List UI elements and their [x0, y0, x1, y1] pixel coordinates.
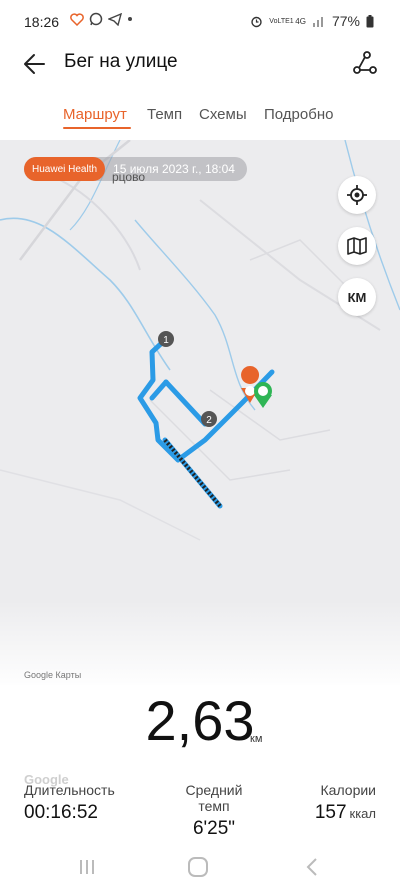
back-button[interactable]: [20, 48, 52, 80]
route-share-button[interactable]: [350, 48, 380, 78]
alarm-icon: [251, 16, 262, 27]
stat-calories-value-wrap: 157 ккал: [300, 802, 376, 824]
stat-duration-value: 00:16:52: [24, 802, 98, 823]
status-bar: 18:26 VoLTE1 4G 77%: [0, 0, 400, 44]
telegram-icon: [108, 12, 122, 26]
location-target-icon: [347, 185, 367, 205]
tab-bar: Маршрут Темп Схемы Подробно: [0, 96, 400, 140]
heart-rate-icon: [70, 12, 84, 26]
stats-row: Длительность 00:16:52 Средний темп 6'25"…: [0, 782, 400, 839]
map-icon: [347, 237, 367, 255]
home-icon: [188, 857, 208, 877]
stat-calories-unit: ккал: [349, 806, 376, 821]
home-button[interactable]: [183, 852, 213, 882]
my-location-button[interactable]: [338, 176, 376, 214]
distance-summary: 2,63 км: [0, 688, 400, 753]
battery-percent: 77%: [331, 13, 360, 29]
stat-calories-value: 157: [314, 802, 347, 823]
app-header: Бег на улице: [0, 44, 400, 96]
start-marker-icon: [254, 382, 272, 408]
recents-icon: [80, 860, 94, 874]
battery-icon: [366, 14, 374, 27]
tab-route[interactable]: Маршрут: [63, 106, 127, 123]
km-marker-2: 2: [201, 411, 217, 427]
stat-pace: Средний темп 6'25": [168, 782, 260, 840]
status-time: 18:26: [24, 14, 60, 30]
stat-calories-label: Калории: [320, 782, 376, 798]
stat-duration-label: Длительность: [24, 782, 115, 798]
stat-duration: Длительность 00:16:52: [24, 782, 115, 824]
stat-calories: Калории 157 ккал: [300, 782, 376, 824]
dot-icon: [128, 17, 132, 21]
map-type-button[interactable]: [338, 227, 376, 265]
map-place-label: рцово: [112, 170, 145, 184]
system-nav-bar: [0, 846, 400, 889]
network-label: VoLTE1: [269, 17, 294, 25]
back-nav-button[interactable]: [297, 852, 327, 882]
distance-value: 2,63: [145, 689, 255, 752]
km-marker-2-label: 2: [206, 415, 212, 426]
whatsapp-icon: [89, 12, 103, 26]
recents-button[interactable]: [72, 852, 102, 882]
map-attribution: Google Карты: [24, 670, 82, 680]
tab-pace[interactable]: Темп: [147, 106, 182, 123]
km-marker-1: 1: [158, 331, 174, 347]
page-title: Бег на улице: [64, 51, 178, 72]
huawei-health-badge: Huawei Health: [24, 157, 106, 181]
km-marker-1-label: 1: [163, 335, 169, 346]
network-type: 4G: [295, 16, 306, 26]
stat-pace-value: 6'25": [192, 818, 236, 839]
tab-charts[interactable]: Схемы: [199, 106, 247, 123]
status-right: VoLTE1 4G 77%: [250, 13, 374, 29]
back-chevron-icon: [306, 858, 317, 876]
distance-unit: км: [250, 733, 263, 745]
stat-pace-label: Средний темп: [185, 782, 243, 814]
tab-details[interactable]: Подробно: [264, 106, 333, 123]
unit-toggle-button[interactable]: КМ: [338, 278, 376, 316]
tab-active-indicator: [63, 127, 131, 129]
notification-icons: [70, 12, 133, 26]
route-share-icon: [353, 51, 377, 74]
signal-icon: [312, 17, 323, 27]
arrow-left-icon: [24, 54, 45, 74]
